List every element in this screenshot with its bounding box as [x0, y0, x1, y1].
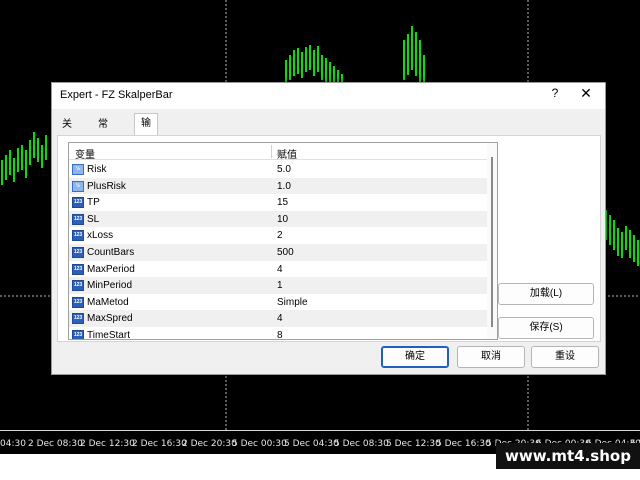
- parameter-value[interactable]: 2: [277, 230, 283, 241]
- tab-about[interactable]: 关于: [56, 115, 78, 150]
- cancel-button[interactable]: 取消: [457, 346, 525, 368]
- integer-type-icon: 123: [72, 296, 84, 308]
- load-button[interactable]: 加载(L): [498, 283, 594, 305]
- scrollbar-thumb[interactable]: [491, 157, 493, 327]
- table-row[interactable]: 123 MaxPeriod 4: [69, 261, 487, 278]
- parameter-name: Risk: [87, 164, 107, 175]
- parameter-value[interactable]: 4: [277, 313, 283, 324]
- time-axis-label: 2 Dec 20:30: [182, 439, 237, 449]
- ok-button[interactable]: 确定: [381, 346, 449, 368]
- time-axis-label: 2 Dec 12:30: [80, 439, 135, 449]
- parameter-name: MinPeriod: [87, 280, 133, 292]
- table-row[interactable]: 123 xLoss 2: [69, 227, 487, 244]
- table-row[interactable]: 123 MaMetod Simple: [69, 294, 487, 311]
- parameter-value[interactable]: 8: [277, 330, 283, 339]
- time-axis-label: 5 Dec 08:30: [334, 439, 389, 449]
- vertical-scrollbar[interactable]: [487, 143, 497, 339]
- parameter-name: SL: [87, 213, 100, 225]
- integer-type-icon: 123: [72, 246, 84, 258]
- table-row[interactable]: 123 TP 15: [69, 194, 487, 211]
- parameter-name: MaMetod: [87, 296, 129, 308]
- table-row[interactable]: 123 MaxSpred 4: [69, 310, 487, 327]
- integer-type-icon: 123: [72, 213, 84, 225]
- parameter-value[interactable]: 1: [277, 280, 283, 291]
- time-axis-label: 2 Dec 08:30: [28, 439, 83, 449]
- table-row[interactable]: 123 SL 10: [69, 210, 487, 228]
- parameter-value[interactable]: 1.0: [277, 181, 291, 192]
- time-axis-label: 5 Dec 16:30: [436, 439, 491, 449]
- column-divider[interactable]: [271, 145, 272, 158]
- time-axis-label: 5 Dec 04:30: [284, 439, 339, 449]
- reset-button[interactable]: 重设: [531, 346, 599, 368]
- parameter-name: MaxPeriod: [87, 263, 135, 275]
- time-axis-label: 5 Dec 00:30: [232, 439, 287, 449]
- parameter-value[interactable]: Simple: [277, 297, 308, 308]
- double-type-icon: ½: [72, 164, 84, 175]
- time-axis-label: 5 Dec 12:30: [386, 439, 441, 449]
- integer-type-icon: 123: [72, 329, 84, 339]
- column-header-variable[interactable]: 变量: [75, 146, 95, 161]
- tab-common[interactable]: 常用: [92, 115, 114, 150]
- parameter-name: PlusRisk: [87, 180, 126, 192]
- integer-type-icon: 123: [72, 263, 84, 275]
- close-icon[interactable]: ✕: [578, 85, 594, 102]
- parameter-value[interactable]: 10: [277, 214, 288, 225]
- integer-type-icon: 123: [72, 313, 84, 325]
- dialog-titlebar[interactable]: Expert - FZ SkalperBar ? ✕: [52, 83, 605, 109]
- parameters-table: 变量 赋值 ½ Risk 5.0 ½ PlusRisk 1.0 123 TP 15 123 SL 10…: [68, 142, 498, 340]
- watermark: www.mt4.shop: [496, 443, 640, 469]
- time-axis-label: 2 Dec 16:30: [132, 439, 187, 449]
- integer-type-icon: 123: [72, 280, 84, 292]
- expert-properties-dialog: Expert - FZ SkalperBar ? ✕ 关于 常用 输入参数 变量…: [51, 82, 606, 375]
- parameter-value[interactable]: 15: [277, 197, 288, 208]
- parameter-name: TP: [87, 197, 100, 209]
- dialog-title: Expert - FZ SkalperBar: [60, 89, 173, 101]
- parameter-value[interactable]: 500: [277, 247, 294, 258]
- parameter-name: xLoss: [87, 230, 114, 242]
- integer-type-icon: 123: [72, 230, 84, 242]
- time-axis-label: 04:30: [0, 439, 26, 449]
- double-type-icon: ½: [72, 180, 84, 192]
- help-button[interactable]: ?: [548, 86, 562, 100]
- inputs-panel: 变量 赋值 ½ Risk 5.0 ½ PlusRisk 1.0 123 TP 15 123 SL 10…: [57, 135, 601, 342]
- table-row[interactable]: ½ PlusRisk 1.0: [69, 177, 487, 195]
- integer-type-icon: 123: [72, 197, 84, 209]
- parameter-name: CountBars: [87, 246, 135, 258]
- table-body: ½ Risk 5.0 ½ PlusRisk 1.0 123 TP 15 123 SL 10 123 xLo…: [69, 161, 487, 340]
- parameter-value[interactable]: 5.0: [277, 164, 291, 175]
- parameter-name: TimeStart: [87, 329, 130, 340]
- table-header: 变量 赋值: [69, 143, 487, 161]
- parameter-value[interactable]: 4: [277, 264, 283, 275]
- table-row[interactable]: 123 MinPeriod 1: [69, 277, 487, 294]
- table-row[interactable]: 123 TimeStart 8: [69, 327, 487, 340]
- table-row[interactable]: ½ Risk 5.0: [69, 161, 487, 178]
- table-row[interactable]: 123 CountBars 500: [69, 243, 487, 261]
- column-header-value[interactable]: 赋值: [277, 146, 297, 161]
- parameter-name: MaxSpred: [87, 313, 133, 325]
- save-button[interactable]: 保存(S): [498, 317, 594, 339]
- tab-inputs[interactable]: 输入参数: [134, 113, 158, 189]
